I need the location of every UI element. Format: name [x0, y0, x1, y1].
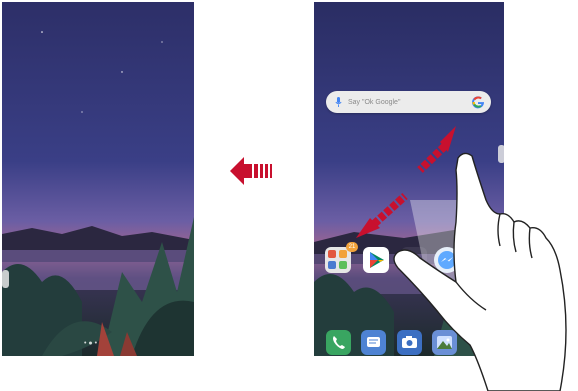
page-indicator: • ● • [84, 340, 98, 347]
folder-badge: 21 [346, 242, 358, 252]
left-wallpaper [2, 2, 194, 356]
google-search-bar[interactable]: Say "Ok Google" [326, 91, 491, 113]
dock-messages[interactable] [361, 330, 386, 355]
left-phone-screen: • ● • [2, 2, 194, 356]
right-wallpaper [314, 2, 504, 356]
app-messenger[interactable] [434, 247, 460, 273]
dock-gallery[interactable] [432, 330, 457, 355]
edge-panel-handle[interactable] [498, 145, 504, 163]
camera-icon [402, 336, 417, 348]
google-g-icon[interactable] [471, 95, 485, 109]
app-blank[interactable] [401, 247, 427, 273]
mic-icon[interactable] [335, 97, 342, 107]
app-folder[interactable]: 21 [325, 242, 358, 273]
play-store-icon [370, 252, 384, 268]
messenger-icon [438, 251, 456, 269]
search-placeholder: Say "Ok Google" [348, 98, 401, 106]
arrow-left-icon [230, 157, 272, 185]
dock-camera[interactable] [397, 330, 422, 355]
phone-icon [333, 336, 345, 349]
app-play-store[interactable] [363, 247, 389, 273]
messages-icon [367, 337, 380, 347]
dock-phone[interactable] [326, 330, 351, 355]
right-phone-screen: Say "Ok Google" 21 [314, 2, 504, 356]
gallery-icon [437, 336, 452, 349]
edge-panel-handle[interactable] [2, 270, 9, 288]
